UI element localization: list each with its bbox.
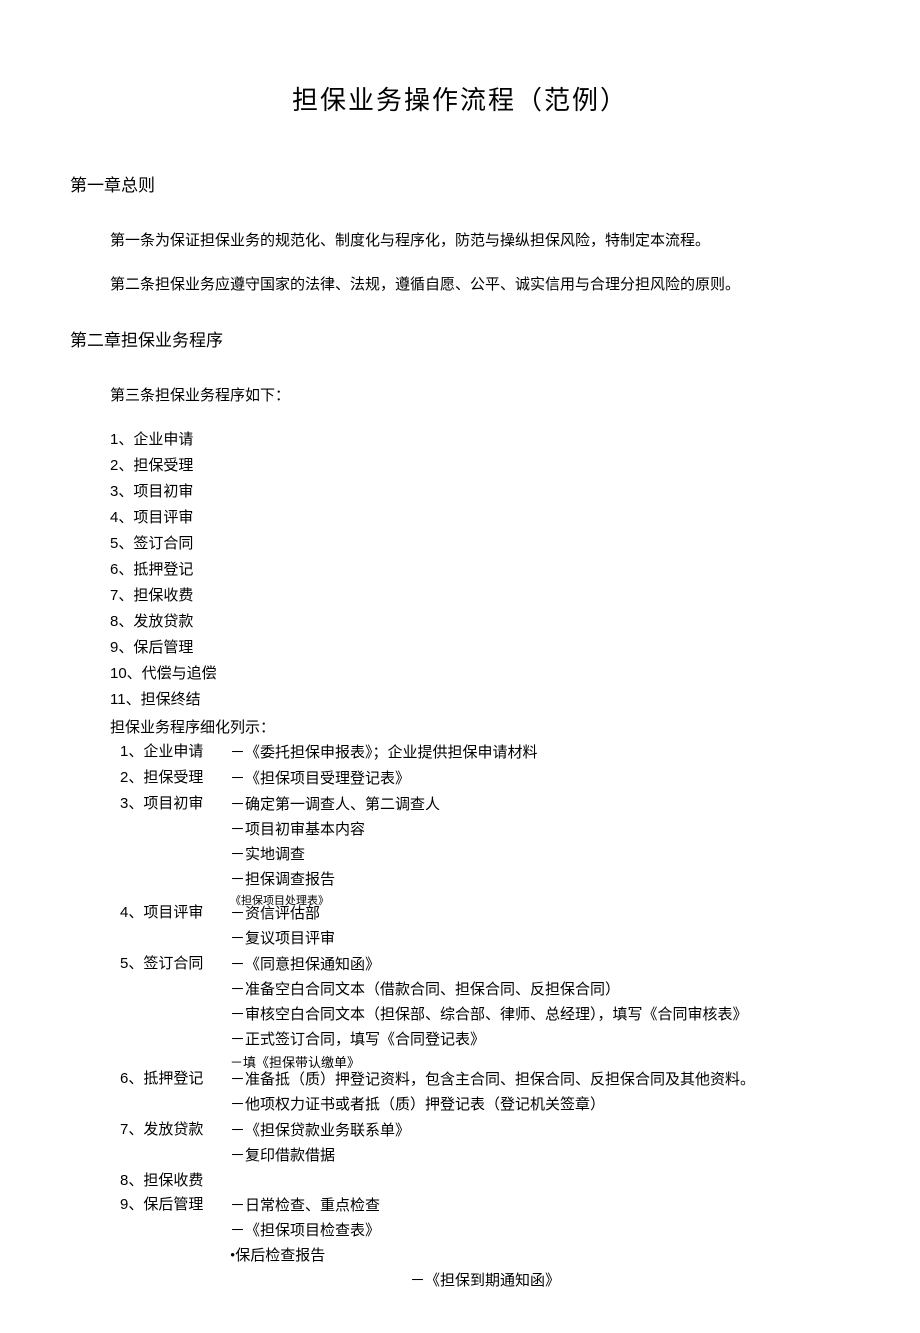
detail-label: 9、保后管理: [120, 1193, 230, 1217]
detail-intro: 担保业务程序细化列示：: [110, 716, 850, 740]
article-3-intro: 第三条担保业务程序如下：: [110, 384, 850, 408]
detail-line: •保后检查报告: [230, 1244, 850, 1268]
step-item: 8、发放贷款: [110, 610, 850, 634]
step-item: 2、担保受理: [110, 454, 850, 478]
final-line: －《担保到期通知函》: [410, 1269, 850, 1293]
detail-line: －担保调查报告: [230, 868, 850, 892]
step-item: 4、项目评审: [110, 506, 850, 530]
detail-label: 8、担保收费: [120, 1169, 230, 1193]
step-item: 9、保后管理: [110, 636, 850, 660]
detail-line: －复议项目评审: [230, 927, 850, 951]
detail-row: 8、担保收费: [120, 1169, 850, 1193]
detail-line: －《担保贷款业务联系单》: [230, 1119, 850, 1143]
detail-line: －《担保项目检查表》: [230, 1219, 850, 1243]
detail-line: －日常检查、重点检查: [230, 1194, 850, 1218]
detail-line: －确定第一调查人、第二调查人: [230, 793, 850, 817]
step-item: 3、项目初审: [110, 480, 850, 504]
document-title: 担保业务操作流程（范例）: [70, 80, 850, 122]
detail-line: －他项权力证书或者抵（质）押登记表（登记机关签章）: [230, 1093, 850, 1117]
detail-row: 7、发放贷款 －《担保贷款业务联系单》 －复印借款借据: [120, 1118, 850, 1169]
detail-line: －准备空白合同文本（借款合同、担保合同、反担保合同）: [230, 978, 850, 1002]
detail-label: 7、发放贷款: [120, 1118, 230, 1142]
detail-label: 6、抵押登记: [120, 1067, 230, 1091]
detail-row: 4、项目评审 －资信评估部 －复议项目评审: [120, 901, 850, 952]
detail-line: －正式签订合同，填写《合同登记表》: [230, 1028, 850, 1052]
article-2: 第二条担保业务应遵守国家的法律、法规，遵循自愿、公平、诚实信用与合理分担风险的原…: [110, 273, 850, 297]
chapter-2-heading: 第二章担保业务程序: [70, 327, 850, 354]
detail-label: 2、担保受理: [120, 766, 230, 790]
detail-label: 4、项目评审: [120, 901, 230, 925]
detail-line: －准备抵（质）押登记资料，包含主合同、担保合同、反担保合同及其他资料。: [230, 1068, 850, 1092]
steps-list: 1、企业申请 2、担保受理 3、项目初审 4、项目评审 5、签订合同 6、抵押登…: [110, 428, 850, 712]
detail-row: 1、企业申请 －《委托担保申报表》；企业提供担保申请材料: [120, 740, 850, 766]
detail-row: 2、担保受理 －《担保项目受理登记表》: [120, 766, 850, 792]
detail-row: 5、签订合同 －《同意担保通知函》 －准备空白合同文本（借款合同、担保合同、反担…: [120, 952, 850, 1068]
chapter-1-heading: 第一章总则: [70, 172, 850, 199]
detail-line: －实地调查: [230, 843, 850, 867]
details-block: 1、企业申请 －《委托担保申报表》；企业提供担保申请材料 2、担保受理 －《担保…: [70, 740, 850, 1269]
detail-label: 3、项目初审: [120, 792, 230, 816]
step-item: 1、企业申请: [110, 428, 850, 452]
step-item: 7、担保收费: [110, 584, 850, 608]
step-item: 10、代偿与追偿: [110, 662, 850, 686]
detail-label: 5、签订合同: [120, 952, 230, 976]
detail-line: －资信评估部: [230, 902, 850, 926]
detail-row: 3、项目初审 －确定第一调查人、第二调查人 －项目初审基本内容 －实地调查 －担…: [120, 792, 850, 901]
detail-label: 1、企业申请: [120, 740, 230, 764]
article-1: 第一条为保证担保业务的规范化、制度化与程序化，防范与操纵担保风险，特制定本流程。: [110, 229, 850, 253]
step-item: 5、签订合同: [110, 532, 850, 556]
detail-line: －审核空白合同文本（担保部、综合部、律师、总经理），填写《合同审核表》: [230, 1003, 850, 1027]
detail-line: －复印借款借据: [230, 1144, 850, 1168]
detail-row: 9、保后管理 －日常检查、重点检查 －《担保项目检查表》 •保后检查报告: [120, 1193, 850, 1269]
detail-line: －《委托担保申报表》；企业提供担保申请材料: [230, 741, 850, 765]
detail-line: －项目初审基本内容: [230, 818, 850, 842]
step-item: 11、担保终结: [110, 688, 850, 712]
detail-line: －《同意担保通知函》: [230, 953, 850, 977]
detail-line: －《担保项目受理登记表》: [230, 767, 850, 791]
step-item: 6、抵押登记: [110, 558, 850, 582]
detail-row: 6、抵押登记 －准备抵（质）押登记资料，包含主合同、担保合同、反担保合同及其他资…: [120, 1067, 850, 1118]
